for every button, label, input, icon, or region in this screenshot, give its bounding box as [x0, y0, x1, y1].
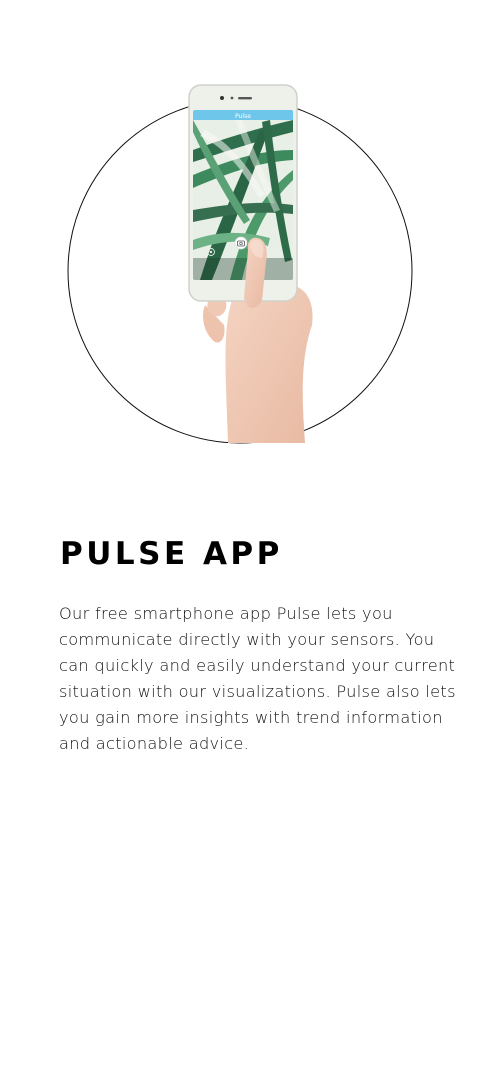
hero-illustration: Pulse [0, 0, 480, 460]
app-header-title: Pulse [235, 113, 251, 120]
camera-icon[interactable] [234, 236, 248, 250]
front-camera-dot [220, 96, 224, 100]
phone-in-hand-illustration: Pulse [67, 84, 413, 444]
earpiece [238, 97, 252, 100]
hand [225, 285, 313, 443]
product-description: Our free smartphone app Pulse lets you c… [59, 604, 456, 753]
page-title: PULSE APP [60, 536, 283, 572]
sensor-dot [230, 96, 234, 100]
